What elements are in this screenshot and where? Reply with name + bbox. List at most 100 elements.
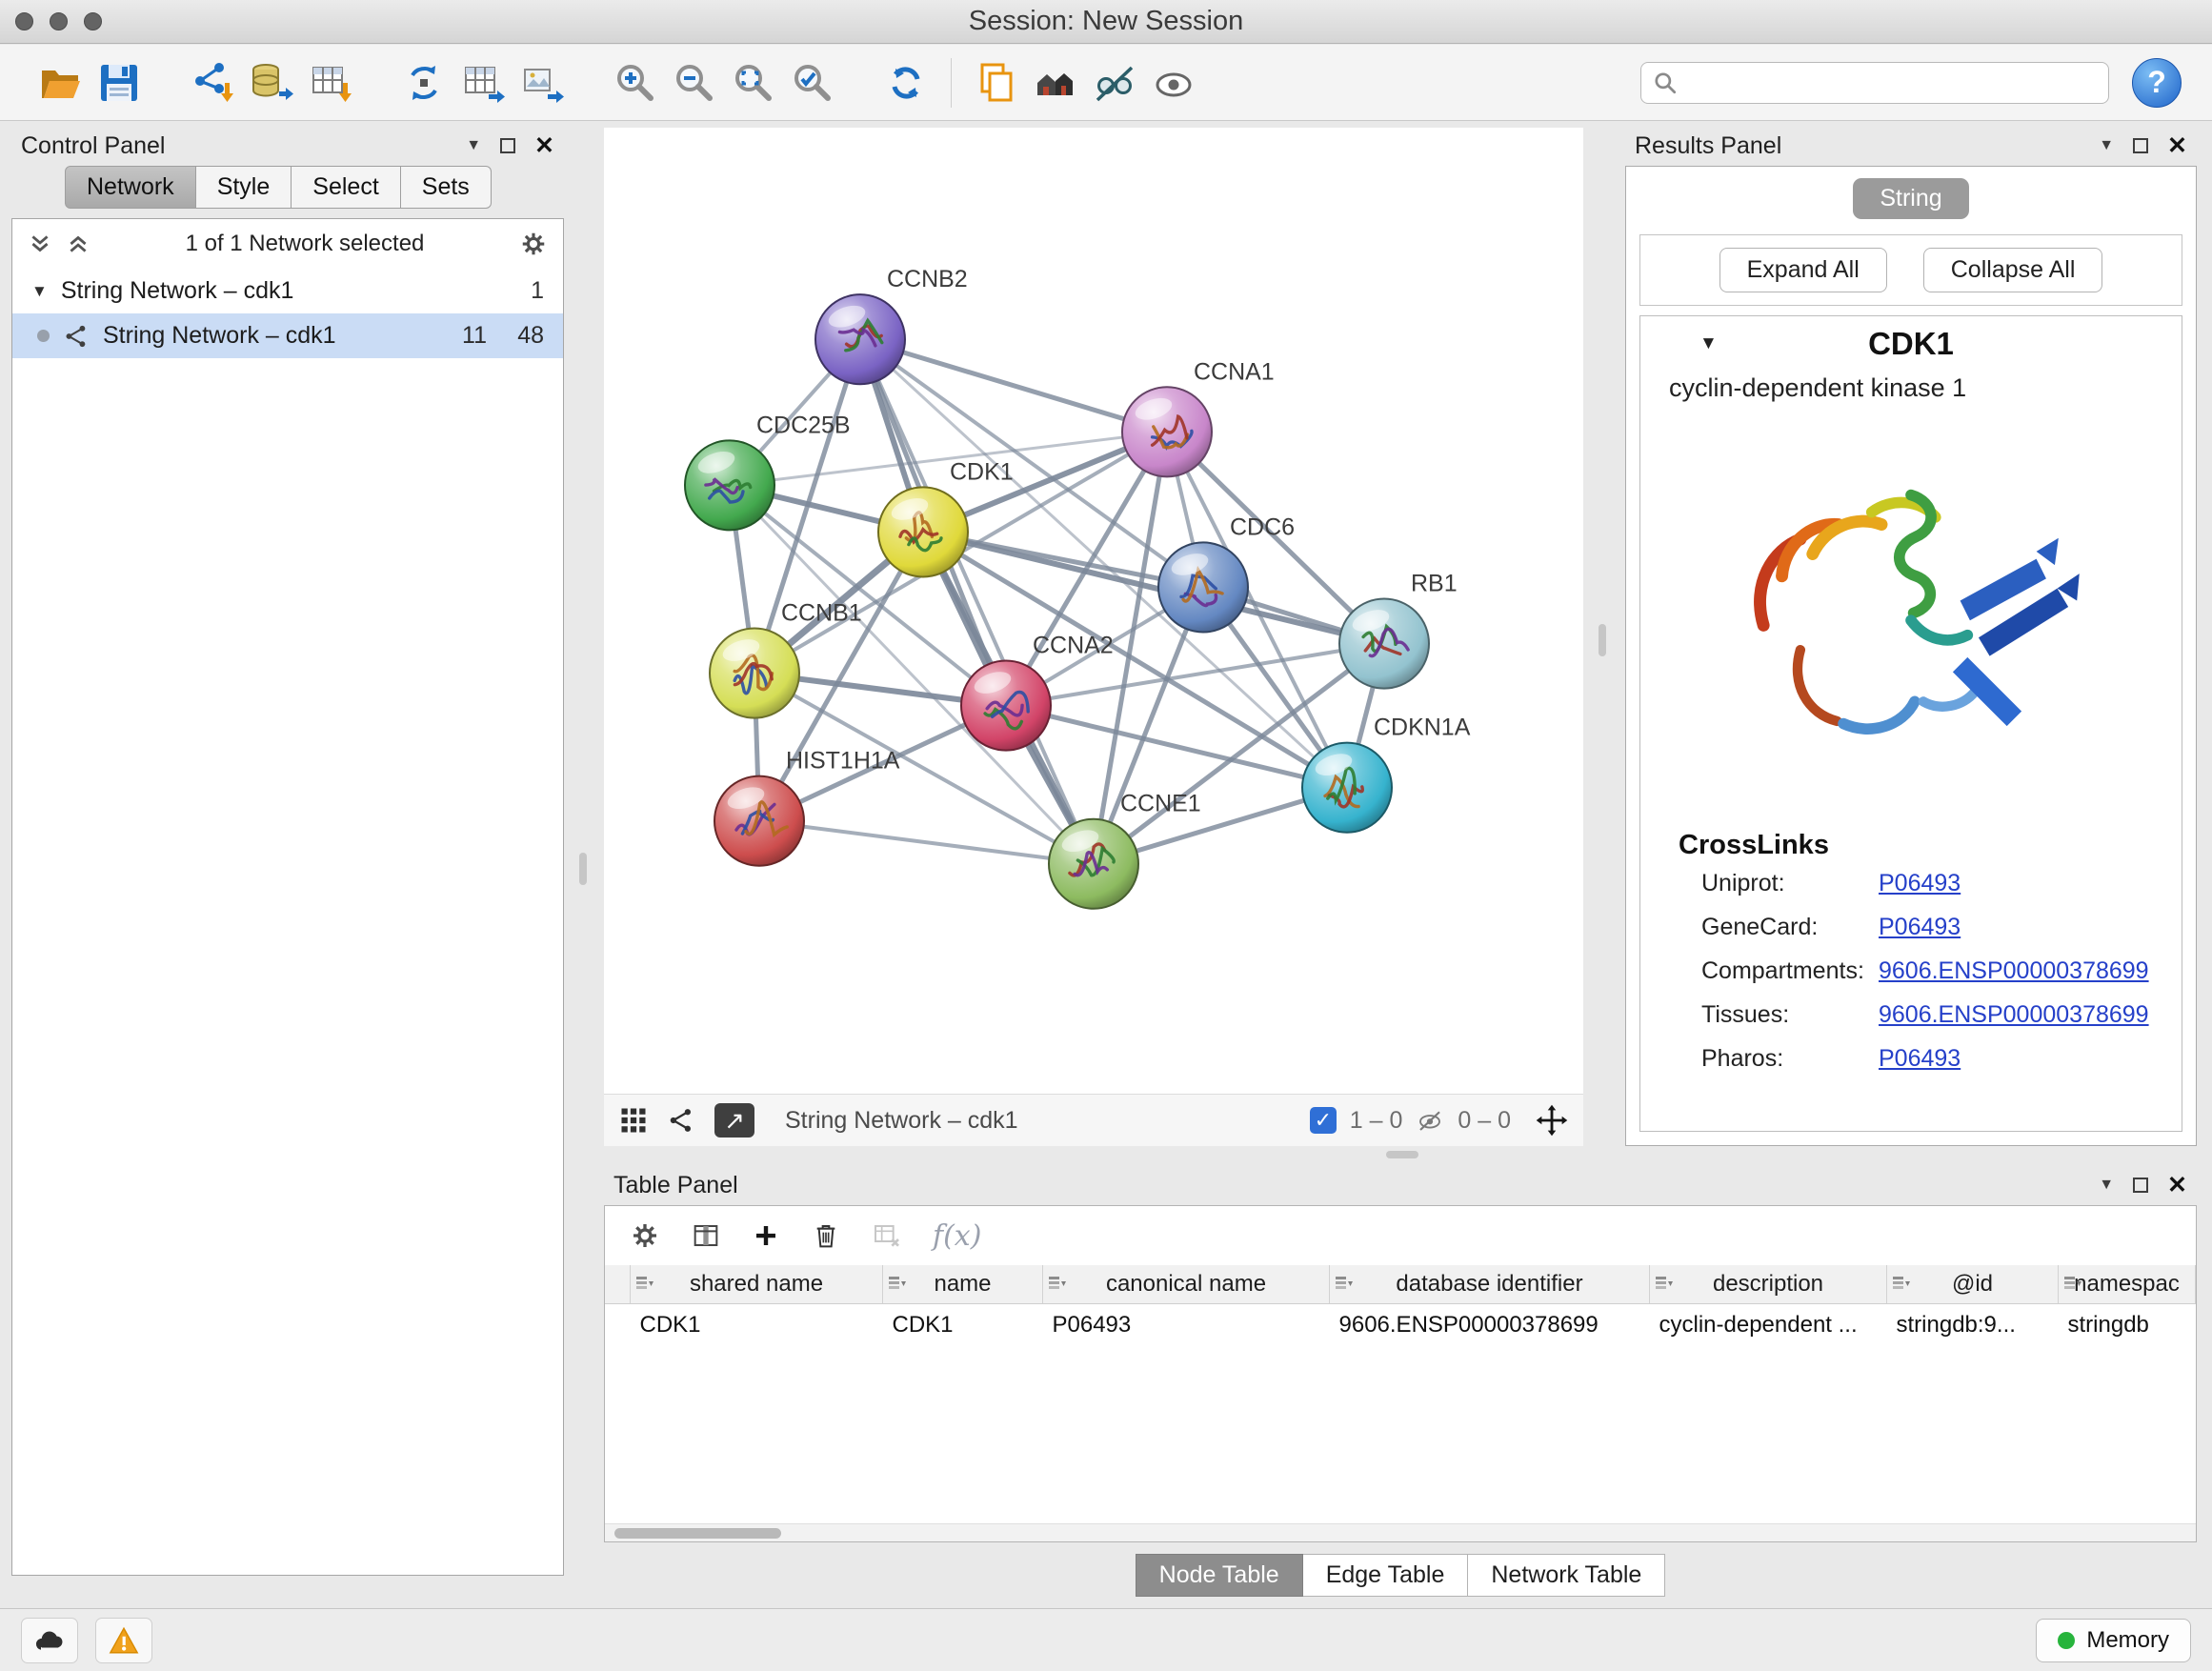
title-bar[interactable]: Session: New Session [0,0,2212,44]
minimize-window-button[interactable] [50,12,68,30]
network-node-cdk1[interactable] [878,487,968,576]
panel-menu-icon[interactable]: ▼ [2099,137,2114,154]
panel-menu-icon[interactable]: ▼ [2099,1177,2114,1194]
export-image-button[interactable] [513,52,572,113]
warning-button[interactable] [95,1618,152,1663]
column-header-database-identifier[interactable]: database identifier [1330,1265,1650,1304]
table-cell[interactable]: P06493 [1043,1304,1330,1347]
zoom-in-button[interactable] [606,52,665,113]
network-row[interactable]: String Network – cdk1 11 48 [12,313,563,358]
crosslink-value[interactable]: P06493 [1879,870,1961,897]
cloud-button[interactable] [21,1618,78,1663]
collection-expand-icon[interactable]: ▼ [31,282,48,301]
crosslink-value[interactable]: P06493 [1879,1045,1961,1073]
network-node-cdkn1a[interactable] [1302,743,1392,833]
table-cell[interactable]: CDK1 [631,1304,883,1347]
network-node-ccna1[interactable] [1122,387,1212,476]
search-field[interactable] [1640,62,2109,104]
panel-close-icon[interactable]: ✕ [534,134,554,158]
crosslink-value[interactable]: P06493 [1879,914,1961,941]
grid-view-icon[interactable] [619,1106,648,1135]
network-node-ccne1[interactable] [1049,819,1138,909]
network-edge[interactable] [860,339,1167,432]
panel-close-icon[interactable]: ✕ [2167,1174,2187,1198]
table-gear-icon[interactable] [630,1220,660,1251]
network-node-ccnb1[interactable] [710,629,799,718]
column-header-description[interactable]: description [1650,1265,1887,1304]
help-button[interactable]: ? [2132,58,2182,108]
tab-network-table[interactable]: Network Table [1468,1554,1665,1597]
close-window-button[interactable] [15,12,33,30]
open-session-button[interactable] [30,52,90,113]
network-edge[interactable] [860,339,1094,864]
vertical-splitter-right[interactable] [1599,624,1606,656]
zoom-selected-button[interactable] [783,52,842,113]
save-session-button[interactable] [90,52,149,113]
table-cell[interactable]: cyclin-dependent ... [1650,1304,1887,1347]
network-node-hist1h1a[interactable] [714,776,804,866]
table-cell[interactable]: stringdb [2059,1304,2196,1347]
expand-all-icon[interactable] [66,232,90,256]
panel-float-icon[interactable] [2133,138,2148,153]
add-column-icon[interactable] [752,1221,780,1250]
network-node-cdc6[interactable] [1158,542,1248,632]
delete-column-icon[interactable] [811,1220,841,1251]
column-header-namespac[interactable]: namespac [2059,1265,2196,1304]
import-table-button[interactable] [301,52,360,113]
tab-edge-table[interactable]: Edge Table [1303,1554,1469,1597]
vertical-splitter-left[interactable] [579,853,587,885]
eye-toggle-button[interactable] [1144,52,1203,113]
table-cell[interactable]: 9606.ENSP00000378699 [1330,1304,1650,1347]
import-network-file-button[interactable] [183,52,242,113]
tab-node-table[interactable]: Node Table [1136,1554,1303,1597]
expand-all-button[interactable]: Expand All [1719,248,1887,292]
tab-string[interactable]: String [1853,178,1968,219]
zoom-fit-button[interactable] [724,52,783,113]
crosslink-value[interactable]: 9606.ENSP00000378699 [1879,1001,2149,1029]
panel-float-icon[interactable] [2133,1178,2148,1193]
table-row[interactable]: CDK1CDK1P064939606.ENSP00000378699cyclin… [605,1304,2196,1347]
selected-checkbox-icon[interactable]: ✓ [1310,1107,1337,1134]
memory-button[interactable]: Memory [2036,1619,2191,1662]
move-crosshair-icon[interactable] [1536,1104,1568,1137]
graphics-details-button[interactable] [1085,52,1144,113]
welcome-screen-button[interactable] [1026,52,1085,113]
column-header-shared-name[interactable]: shared name [631,1265,883,1304]
panel-menu-icon[interactable]: ▼ [466,137,481,154]
network-collection-row[interactable]: ▼ String Network – cdk1 1 [12,269,563,313]
copy-document-button[interactable] [967,52,1026,113]
network-node-ccna2[interactable] [961,661,1051,751]
section-collapse-icon[interactable]: ▼ [1699,333,1718,354]
apply-layout-button[interactable] [876,52,935,113]
search-input[interactable] [1685,69,2097,97]
table-cell[interactable]: CDK1 [883,1304,1043,1347]
network-node-ccnb2[interactable] [815,294,905,384]
horizontal-splitter[interactable] [1386,1151,1418,1158]
crosslink-value[interactable]: 9606.ENSP00000378699 [1879,957,2149,985]
zoom-out-button[interactable] [665,52,724,113]
column-header-id[interactable]: @id [1887,1265,2059,1304]
column-header-name[interactable]: name [883,1265,1043,1304]
birdseye-toggle-button[interactable]: ↗ [714,1103,754,1137]
gear-icon[interactable] [519,230,548,258]
clone-network-button[interactable] [394,52,453,113]
import-network-database-button[interactable] [242,52,301,113]
collapse-all-button[interactable]: Collapse All [1923,248,2103,292]
network-node-cdc25b[interactable] [685,440,774,530]
tab-select[interactable]: Select [292,166,400,209]
zoom-window-button[interactable] [84,12,102,30]
tab-style[interactable]: Style [196,166,292,209]
collapse-all-icon[interactable] [28,232,52,256]
network-edge[interactable] [923,532,1384,643]
network-canvas[interactable]: CCNB2CCNA1CDC25BCDK1CDC6RB1CCNB1CCNA2CDK… [604,128,1583,1094]
network-edge[interactable] [759,821,1094,864]
table-cell[interactable]: stringdb:9... [1887,1304,2059,1347]
export-table-button[interactable] [453,52,513,113]
network-share-icon[interactable] [667,1106,695,1135]
panel-float-icon[interactable] [500,138,515,153]
scrollbar-thumb[interactable] [614,1528,781,1539]
network-node-rb1[interactable] [1339,598,1429,688]
tab-sets[interactable]: Sets [401,166,492,209]
panel-close-icon[interactable]: ✕ [2167,134,2187,158]
hidden-eye-slash-icon[interactable] [1416,1106,1444,1135]
